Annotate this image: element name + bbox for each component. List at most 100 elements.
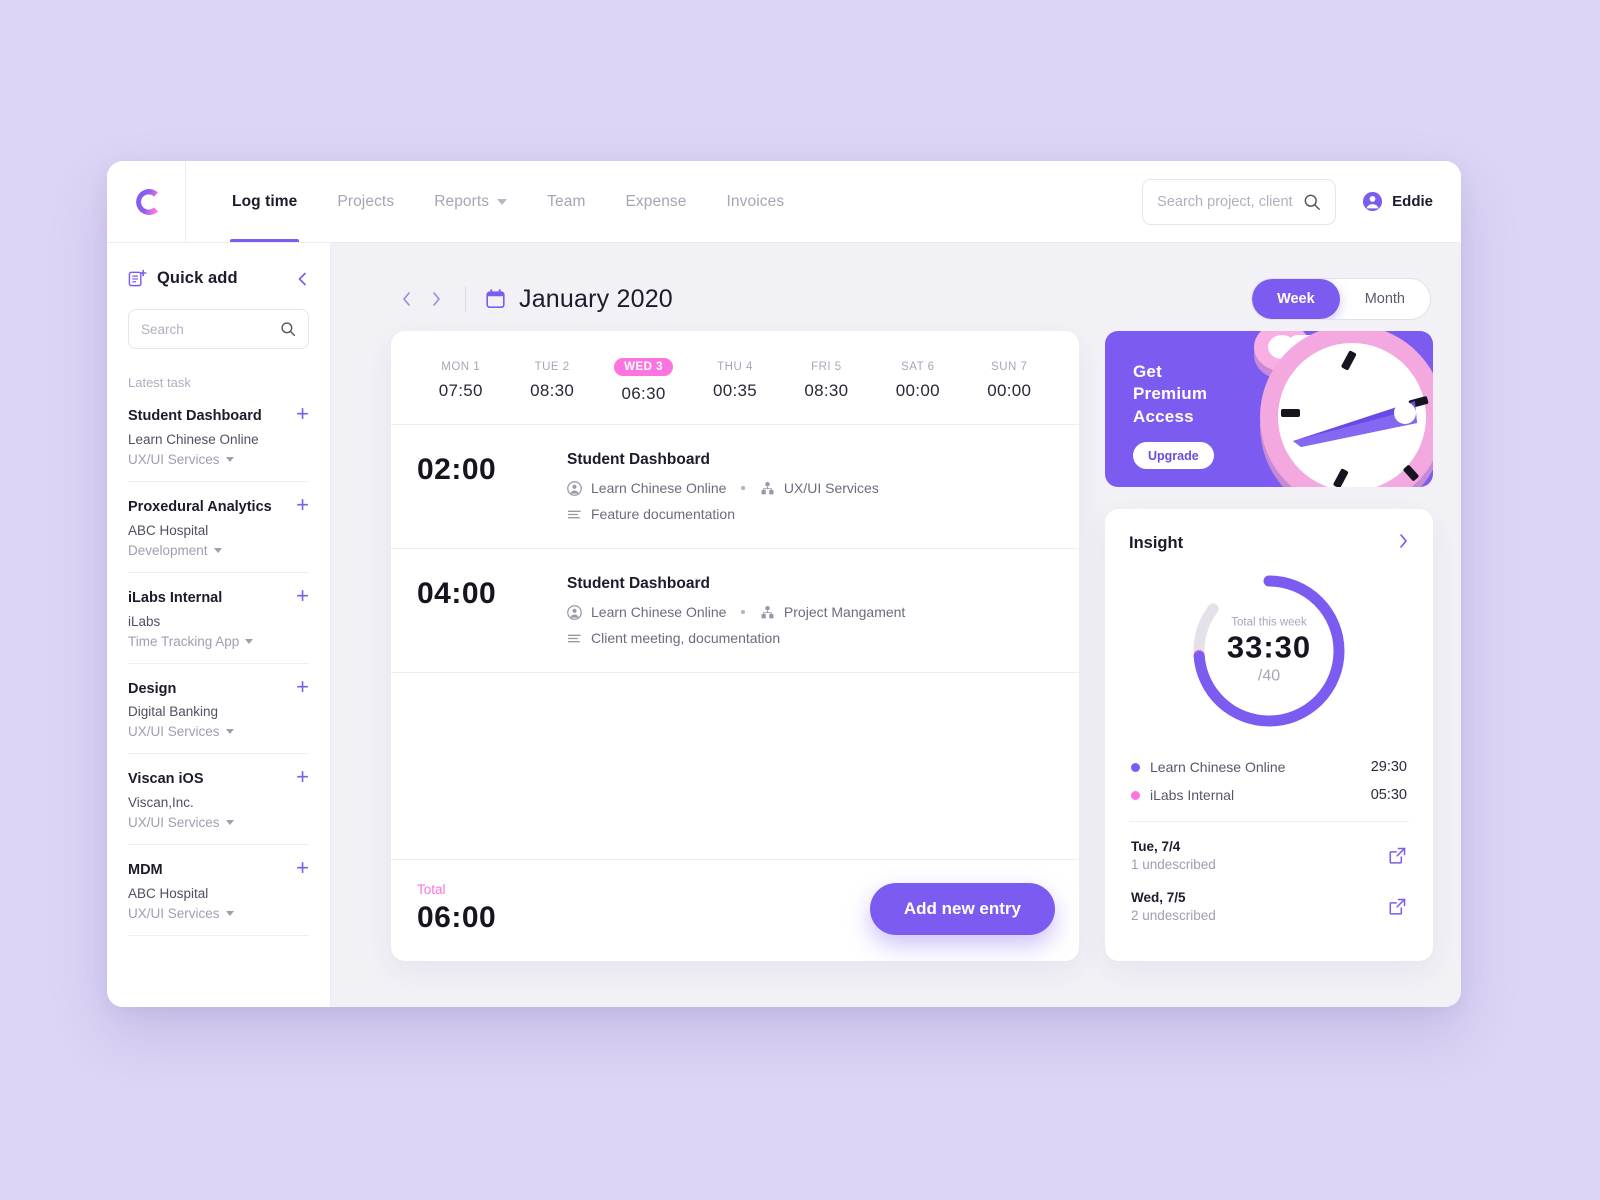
list-item[interactable]: Proxedural Analytics + ABC Hospital Deve… — [128, 493, 309, 573]
undescribed-item[interactable]: Wed, 7/5 2 undescribed — [1129, 881, 1409, 932]
nav-item-team[interactable]: Team — [527, 161, 605, 242]
list-item[interactable]: Viscan iOS + Viscan,Inc. UX/UI Services — [128, 766, 309, 846]
user-name-label: Eddie — [1392, 193, 1433, 210]
add-task-button[interactable]: + — [288, 675, 309, 697]
entry-category: UX/UI Services — [783, 480, 879, 496]
list-item[interactable]: MDM + ABC Hospital UX/UI Services — [128, 857, 309, 937]
donut-chart-svg — [1193, 575, 1345, 727]
chevron-down-icon — [213, 547, 222, 553]
chevron-down-icon — [497, 198, 508, 205]
separator-dot — [741, 486, 745, 490]
timesheet-card: MON 1 07:50 TUE 2 08:30 WED 3 06:30 THU … — [391, 331, 1079, 961]
day-column-thu[interactable]: THU 4 00:35 — [689, 357, 780, 404]
app-body: Quick add Latest task Student Dashboard — [107, 243, 1461, 1007]
task-category-dropdown[interactable]: Development — [128, 543, 309, 558]
task-name: MDM — [128, 862, 163, 879]
day-column-fri[interactable]: FRI 5 08:30 — [781, 357, 872, 404]
total-value: 06:00 — [417, 901, 497, 934]
open-undescribed-button[interactable] — [1388, 846, 1407, 865]
sidebar-search-input[interactable] — [141, 321, 274, 337]
legend-color-dot — [1131, 762, 1140, 772]
nav-label: Projects — [337, 192, 395, 210]
sidebar-collapse-button[interactable] — [296, 271, 309, 287]
app-logo[interactable] — [107, 161, 186, 242]
entry-meta-row: Learn Chinese Online Project Mangament — [567, 604, 1055, 620]
timesheet-footer: Total 06:00 Add new entry — [391, 859, 1079, 961]
nav-item-reports[interactable]: Reports — [414, 161, 527, 242]
day-total: 08:30 — [530, 381, 575, 400]
client-person-icon — [567, 604, 582, 620]
day-column-wed[interactable]: WED 3 06:30 — [598, 357, 689, 404]
undescribed-count: 2 undescribed — [1131, 908, 1216, 923]
add-task-button[interactable]: + — [288, 584, 309, 606]
chevron-down-icon — [245, 638, 254, 644]
global-search-input[interactable] — [1157, 193, 1298, 210]
calendar-icon[interactable] — [486, 289, 505, 309]
entry-note-row: Feature documentation — [567, 506, 1055, 522]
view-option-week[interactable]: Week — [1252, 279, 1340, 319]
user-menu[interactable]: Eddie — [1362, 191, 1433, 212]
insight-details-button[interactable] — [1398, 533, 1409, 553]
separator-dot — [741, 610, 745, 614]
day-column-sat[interactable]: SAT 6 00:00 — [872, 357, 963, 404]
nav-item-projects[interactable]: Projects — [317, 161, 414, 242]
nav-item-invoices[interactable]: Invoices — [707, 161, 805, 242]
time-entry-row[interactable]: 02:00 Student Dashboard Learn Chinese On… — [391, 425, 1079, 549]
legend-item-learn-chinese-online: Learn Chinese Online 29:30 — [1131, 753, 1407, 781]
task-category-dropdown[interactable]: UX/UI Services — [128, 724, 309, 739]
external-link-icon — [1389, 847, 1406, 864]
nav-label: Team — [547, 192, 586, 210]
undescribed-count: 1 undescribed — [1131, 857, 1216, 872]
entry-duration: 02:00 — [417, 453, 497, 486]
nav-item-expense[interactable]: Expense — [605, 161, 706, 242]
day-column-tue[interactable]: TUE 2 08:30 — [506, 357, 597, 404]
list-item[interactable]: Design + Digital Banking UX/UI Services — [128, 675, 309, 755]
day-column-mon[interactable]: MON 1 07:50 — [415, 357, 506, 404]
list-item[interactable]: iLabs Internal + iLabs Time Tracking App — [128, 584, 309, 664]
task-category-dropdown[interactable]: UX/UI Services — [128, 452, 309, 467]
task-category-dropdown[interactable]: Time Tracking App — [128, 634, 309, 649]
day-column-sun[interactable]: SUN 7 00:00 — [964, 357, 1055, 404]
previous-period-button[interactable] — [391, 284, 421, 314]
task-category-label: UX/UI Services — [128, 724, 220, 740]
add-task-button[interactable]: + — [288, 493, 309, 515]
task-client: Learn Chinese Online — [128, 431, 259, 447]
task-client: Viscan,Inc. — [128, 795, 194, 811]
day-label: SAT 6 — [901, 361, 935, 373]
premium-banner-card[interactable]: Get Premium Access Upgrade — [1105, 331, 1433, 487]
time-entry-row[interactable]: 04:00 Student Dashboard Learn Chinese On… — [391, 549, 1079, 673]
task-client: Digital Banking — [128, 704, 219, 720]
day-total: 06:30 — [621, 384, 666, 403]
timesheet-column: MON 1 07:50 TUE 2 08:30 WED 3 06:30 THU … — [391, 331, 1079, 961]
search-icon — [1304, 194, 1321, 210]
task-client: iLabs — [128, 613, 161, 629]
entry-note: Client meeting, documentation — [591, 630, 781, 646]
task-top-row: Proxedural Analytics + — [128, 493, 309, 517]
sidebar-search-box[interactable] — [128, 309, 309, 349]
task-category-dropdown[interactable]: UX/UI Services — [128, 815, 309, 830]
add-task-button[interactable]: + — [288, 766, 309, 788]
task-name: iLabs Internal — [128, 589, 223, 606]
chevron-right-icon — [1400, 534, 1407, 548]
insight-card: Insight Total this week 33:30 /40 Learn … — [1105, 509, 1433, 961]
view-option-month[interactable]: Month — [1340, 279, 1430, 319]
description-lines-icon — [567, 634, 581, 642]
main-columns: MON 1 07:50 TUE 2 08:30 WED 3 06:30 THU … — [391, 331, 1433, 1007]
day-label: TUE 2 — [534, 361, 570, 373]
global-search-box[interactable] — [1142, 178, 1337, 225]
quick-add-header: Quick add — [128, 269, 309, 288]
legend-color-dot — [1131, 790, 1140, 800]
nav-item-log-time[interactable]: Log time — [212, 161, 317, 242]
add-task-button[interactable]: + — [288, 403, 309, 425]
list-item[interactable]: Student Dashboard + Learn Chinese Online… — [128, 403, 309, 482]
upgrade-button[interactable]: Upgrade — [1133, 442, 1214, 470]
open-undescribed-button[interactable] — [1388, 897, 1407, 916]
add-new-entry-button[interactable]: Add new entry — [869, 882, 1055, 935]
add-task-button[interactable]: + — [288, 857, 309, 879]
project-category-icon — [761, 481, 774, 494]
undescribed-item[interactable]: Tue, 7/4 1 undescribed — [1129, 830, 1409, 881]
task-category-dropdown[interactable]: UX/UI Services — [128, 906, 309, 921]
next-period-button[interactable] — [421, 284, 451, 314]
description-lines-icon — [567, 510, 581, 518]
day-total: 08:30 — [804, 381, 849, 400]
